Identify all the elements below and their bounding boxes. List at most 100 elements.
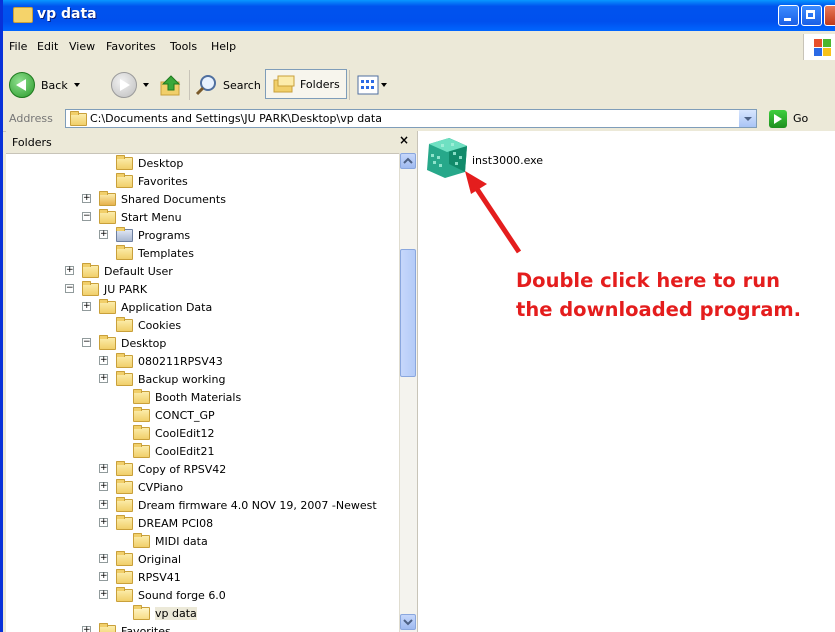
tree-item-label: CONCT_GP <box>155 408 215 422</box>
tree-item[interactable]: Templates <box>116 244 194 262</box>
folders-pane-header: Folders × <box>6 131 417 154</box>
folder-icon <box>116 586 133 602</box>
tree-item[interactable]: + Favorites <box>82 622 171 632</box>
tree-item[interactable]: + Copy of RPSV42 <box>99 460 227 478</box>
tree-item[interactable]: CoolEdit12 <box>133 424 215 442</box>
collapse-icon[interactable]: − <box>82 212 91 221</box>
tree-item[interactable]: + RPSV41 <box>99 568 181 586</box>
folder-icon <box>116 154 133 170</box>
tree-item[interactable]: + Shared Documents <box>82 190 226 208</box>
tree-item[interactable]: + Original <box>99 550 181 568</box>
scroll-down-button[interactable] <box>400 614 416 630</box>
tree-item[interactable]: Cookies <box>116 316 181 334</box>
expand-icon[interactable]: + <box>99 230 108 239</box>
toolbar-separator <box>349 70 350 100</box>
expand-icon[interactable]: + <box>99 518 108 527</box>
expand-icon[interactable]: + <box>99 464 108 473</box>
address-dropdown-button[interactable] <box>739 110 756 127</box>
tree-item[interactable]: Desktop <box>116 154 183 172</box>
back-button[interactable]: Back <box>9 71 80 99</box>
forward-button[interactable] <box>111 71 149 99</box>
expand-icon[interactable]: + <box>99 572 108 581</box>
expand-icon[interactable]: + <box>99 482 108 491</box>
tree-item[interactable]: + Sound forge 6.0 <box>99 586 226 604</box>
tree-item-label: Sound forge 6.0 <box>138 588 226 602</box>
minimize-button[interactable] <box>778 5 799 26</box>
address-input[interactable]: C:\Documents and Settings\JU PARK\Deskto… <box>65 109 757 128</box>
tree-item[interactable]: + Dream firmware 4.0 NOV 19, 2007 -Newest <box>99 496 377 514</box>
folder-icon <box>116 172 133 188</box>
maximize-button[interactable] <box>801 5 822 26</box>
scroll-up-button[interactable] <box>400 153 416 169</box>
tree-item[interactable]: + Backup working <box>99 370 225 388</box>
folder-icon <box>133 406 150 422</box>
tree-item-label: Copy of RPSV42 <box>138 462 227 476</box>
menu-help[interactable]: Help <box>211 40 236 53</box>
tree-item-label: Desktop <box>138 156 184 170</box>
tree-item[interactable]: vp data <box>133 604 197 622</box>
tree-item[interactable]: + DREAM PCI08 <box>99 514 213 532</box>
expand-icon[interactable]: + <box>99 356 108 365</box>
close-button[interactable] <box>824 5 835 26</box>
tree-item-label: RPSV41 <box>138 570 181 584</box>
tree-item-label: Booth Materials <box>155 390 242 404</box>
tree-item[interactable]: CoolEdit21 <box>133 442 215 460</box>
menu-edit[interactable]: Edit <box>37 40 58 53</box>
folder-icon <box>70 111 87 126</box>
address-label: Address <box>9 112 53 125</box>
tree-item[interactable]: Booth Materials <box>133 388 241 406</box>
folders-button[interactable]: Folders <box>265 69 347 99</box>
views-icon <box>357 75 379 95</box>
tree-item[interactable]: CONCT_GP <box>133 406 215 424</box>
forward-arrow-icon <box>111 72 137 98</box>
search-button[interactable]: Search <box>195 71 261 99</box>
menu-file[interactable]: File <box>9 40 27 53</box>
close-icon[interactable]: × <box>399 133 409 147</box>
expand-icon[interactable]: + <box>99 554 108 563</box>
tree-item-label: Templates <box>138 246 194 260</box>
tree-item[interactable]: − Desktop <box>82 334 166 352</box>
expand-icon[interactable]: + <box>99 374 108 383</box>
expand-icon[interactable]: + <box>82 302 91 311</box>
scroll-thumb[interactable] <box>400 249 416 377</box>
tree-item[interactable]: MIDI data <box>133 532 208 550</box>
go-button[interactable]: Go <box>793 112 808 125</box>
expand-icon[interactable]: + <box>99 590 108 599</box>
file-name-label[interactable]: inst3000.exe <box>472 154 543 167</box>
go-arrow-icon[interactable] <box>769 110 787 128</box>
expand-icon[interactable]: + <box>82 194 91 203</box>
tree-item[interactable]: +080211RPSV43 <box>99 352 223 370</box>
menu-favorites[interactable]: Favorites <box>106 40 156 53</box>
folder-icon <box>99 334 116 350</box>
title-bar[interactable]: vp data <box>3 0 835 31</box>
menu-view[interactable]: View <box>69 40 95 53</box>
menu-tools[interactable]: Tools <box>170 40 197 53</box>
red-arrow-annotation <box>465 171 522 254</box>
chevron-down-icon <box>73 83 80 87</box>
folder-icon <box>82 262 99 278</box>
collapse-icon[interactable]: − <box>65 284 74 293</box>
window-title: vp data <box>37 6 97 22</box>
folder-icon <box>116 568 133 584</box>
tree-item[interactable]: + Application Data <box>82 298 212 316</box>
expand-icon[interactable]: + <box>65 266 74 275</box>
search-label: Search <box>223 78 261 92</box>
tree-item[interactable]: − Start Menu <box>82 208 182 226</box>
tree-item[interactable]: + Programs <box>99 226 190 244</box>
chevron-down-icon <box>381 83 387 87</box>
tree-item[interactable]: + Default User <box>65 262 173 280</box>
tree-item-label: Dream firmware 4.0 NOV 19, 2007 -Newest <box>138 498 377 512</box>
up-folder-button[interactable] <box>159 71 183 99</box>
vertical-scrollbar[interactable] <box>399 153 417 632</box>
expand-icon[interactable]: + <box>82 626 91 632</box>
folder-icon <box>133 388 150 404</box>
tree-item[interactable]: Favorites <box>116 172 188 190</box>
collapse-icon[interactable]: − <box>82 338 91 347</box>
tree-item[interactable]: + CVPiano <box>99 478 183 496</box>
tree-item[interactable]: − JU PARK <box>65 280 147 298</box>
views-button[interactable] <box>357 71 387 99</box>
tree-item-label: MIDI data <box>155 534 208 548</box>
expand-icon[interactable]: + <box>99 500 108 509</box>
explorer-window: vp data File Edit View Favorites Tools H… <box>0 0 835 632</box>
menu-bar: File Edit View Favorites Tools Help <box>3 31 835 63</box>
